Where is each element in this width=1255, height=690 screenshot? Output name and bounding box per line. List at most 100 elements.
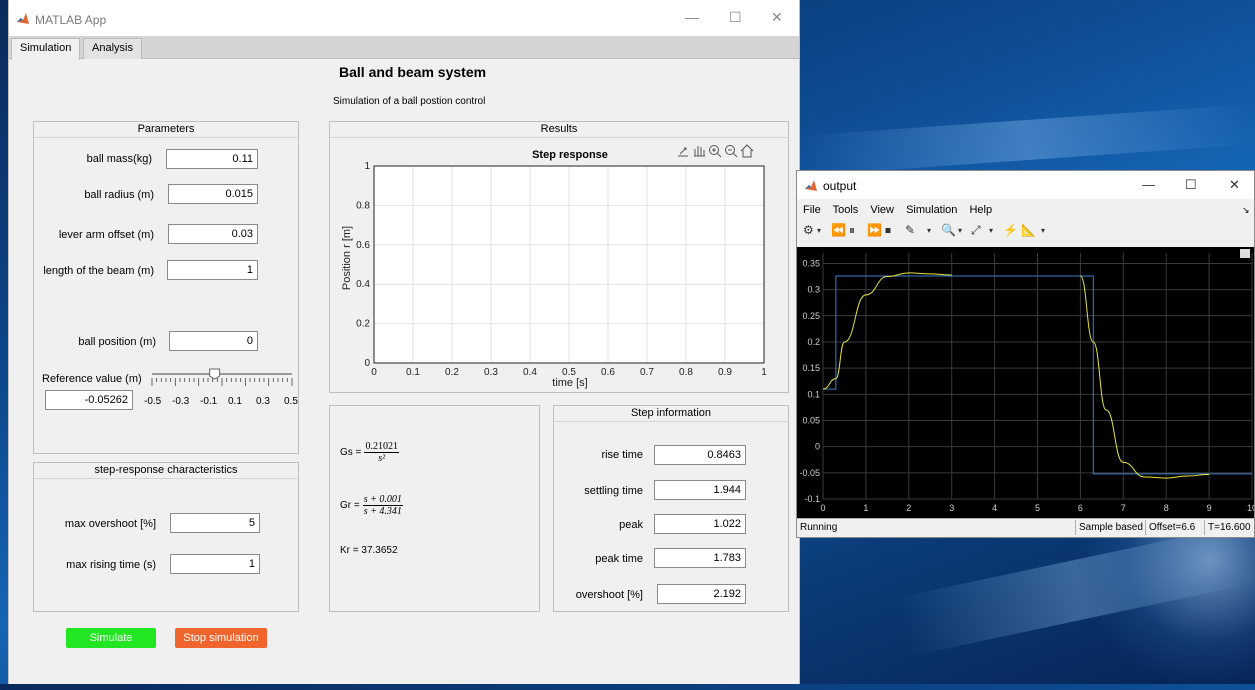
settling-time-label: settling time bbox=[584, 485, 643, 497]
step-response-axes: Step response time [s] Position r [m] 00… bbox=[341, 144, 767, 389]
output-close-icon[interactable]: ✕ bbox=[1229, 177, 1240, 193]
x-tick-label: 0.3 bbox=[484, 367, 498, 378]
scope-x-tick: 10 bbox=[1247, 503, 1254, 513]
tab-analysis[interactable]: Analysis bbox=[83, 38, 142, 59]
simulate-button[interactable]: Simulate bbox=[66, 628, 156, 648]
reference-slider[interactable] bbox=[146, 368, 296, 390]
max-overshoot-label: max overshoot [%] bbox=[64, 518, 156, 530]
menu-file[interactable]: File bbox=[803, 204, 821, 216]
menu-tools[interactable]: Tools bbox=[833, 204, 859, 216]
slider-tick-label: 0.5 bbox=[284, 396, 298, 407]
zoom-in-icon[interactable] bbox=[709, 145, 722, 158]
beam-length-field[interactable]: 1 bbox=[167, 260, 258, 280]
dropdown-icon[interactable]: ▾ bbox=[817, 226, 821, 235]
menu-simulation[interactable]: Simulation bbox=[906, 204, 957, 216]
measure-dropdown-icon[interactable]: ▾ bbox=[1041, 226, 1045, 235]
slider-tick-labels: -0.5 -0.3 -0.1 0.1 0.3 0.5 bbox=[137, 396, 299, 410]
scope-x-tick: 4 bbox=[992, 503, 997, 513]
zoom-out-icon[interactable] bbox=[725, 145, 738, 158]
ball-mass-field[interactable]: 0.11 bbox=[166, 149, 258, 169]
overshoot-label: overshoot [%] bbox=[575, 589, 643, 601]
scope-x-tick: 8 bbox=[1164, 503, 1169, 513]
settings-gear-icon[interactable]: ⚙ bbox=[803, 223, 814, 237]
time-readout: T=16.600 bbox=[1204, 520, 1255, 535]
step-forward-icon[interactable]: ⏩ bbox=[867, 223, 882, 237]
maximize-icon[interactable]: ☐ bbox=[729, 9, 742, 26]
triggers-icon[interactable]: ⚡ bbox=[1003, 223, 1018, 237]
export-icon[interactable] bbox=[678, 147, 688, 157]
slider-tick-label: -0.5 bbox=[144, 396, 162, 407]
slider-thumb[interactable] bbox=[209, 368, 221, 380]
scope-y-tick: 0.25 bbox=[802, 311, 820, 321]
highlight-dropdown-icon[interactable]: ▾ bbox=[927, 226, 931, 235]
close-icon[interactable]: ✕ bbox=[771, 9, 783, 26]
app-title: MATLAB App bbox=[35, 13, 107, 27]
x-tick-label: 0.7 bbox=[640, 367, 654, 378]
peak-time-field[interactable]: 1.783 bbox=[654, 548, 746, 568]
overshoot-field[interactable]: 2.192 bbox=[657, 584, 746, 604]
ball-position-field[interactable]: 0 bbox=[169, 331, 258, 351]
menu-overflow-icon[interactable]: ↘ bbox=[1242, 205, 1250, 216]
output-menubar: File Tools View Simulation Help bbox=[803, 204, 1001, 216]
home-icon[interactable] bbox=[740, 144, 754, 158]
tab-simulation[interactable]: Simulation bbox=[11, 38, 81, 60]
lever-arm-field[interactable]: 0.03 bbox=[168, 224, 258, 244]
output-titlebar: output — ☐ ✕ bbox=[797, 171, 1254, 199]
axes-toolbar bbox=[678, 144, 754, 158]
scope-y-tick: 0.3 bbox=[807, 285, 820, 295]
output-minimize-icon[interactable]: — bbox=[1142, 177, 1155, 192]
ball-radius-field[interactable]: 0.015 bbox=[168, 184, 258, 204]
rise-time-field[interactable]: 0.8463 bbox=[654, 445, 746, 465]
peak-field[interactable]: 1.022 bbox=[654, 514, 746, 534]
x-tick-label: 1 bbox=[761, 367, 767, 378]
plot-xlabel: time [s] bbox=[552, 377, 587, 389]
slider-tick-label: 0.1 bbox=[228, 396, 242, 407]
x-tick-label: 0.1 bbox=[406, 367, 420, 378]
menu-view[interactable]: View bbox=[870, 204, 894, 216]
pause-icon[interactable]: ⏸ bbox=[849, 223, 855, 238]
zoom-dropdown-icon[interactable]: ▾ bbox=[958, 226, 962, 235]
step-back-icon[interactable]: ⏪ bbox=[831, 223, 846, 237]
y-tick-label: 0.8 bbox=[356, 200, 370, 211]
rise-time-label: rise time bbox=[601, 449, 643, 461]
gr-denominator: s + 4.341 bbox=[363, 506, 402, 517]
results-title: Results bbox=[330, 122, 788, 138]
scope-x-tick: 9 bbox=[1207, 503, 1212, 513]
y-tick-label: 1 bbox=[364, 161, 370, 172]
max-overshoot-field[interactable]: 5 bbox=[170, 513, 260, 533]
scope-y-tick: 0.2 bbox=[807, 337, 820, 347]
x-tick-label: 0.5 bbox=[562, 367, 576, 378]
y-tick-label: 0 bbox=[364, 358, 370, 369]
step-characteristics-title: step-response characteristics bbox=[34, 463, 298, 479]
scope-x-tick: 7 bbox=[1121, 503, 1126, 513]
max-rise-time-field[interactable]: 1 bbox=[170, 554, 260, 574]
settling-time-field[interactable]: 1.944 bbox=[654, 480, 746, 500]
peak-time-label: peak time bbox=[595, 553, 643, 565]
pan-icon[interactable] bbox=[694, 146, 705, 157]
stop-simulation-button[interactable]: Stop simulation bbox=[175, 628, 267, 648]
scope-y-tick: 0.1 bbox=[807, 389, 820, 399]
zoom-icon[interactable]: 🔍 bbox=[941, 223, 956, 237]
scope-x-tick: 0 bbox=[820, 503, 825, 513]
scope-x-tick: 2 bbox=[906, 503, 911, 513]
offset-readout: Offset=6.6 bbox=[1145, 520, 1205, 535]
gr-label: Gr = bbox=[340, 500, 360, 511]
highlight-icon[interactable]: ✎ bbox=[905, 223, 915, 237]
stop-icon[interactable]: ⏹ bbox=[885, 223, 891, 238]
scope-expand-icon[interactable] bbox=[1240, 249, 1250, 258]
scope-y-tick: 0.15 bbox=[802, 363, 820, 373]
matlab-logo-icon bbox=[16, 12, 30, 26]
x-tick-label: 0.9 bbox=[718, 367, 732, 378]
reference-field[interactable]: -0.05262 bbox=[45, 390, 133, 410]
gs-denominator: s² bbox=[378, 453, 386, 464]
autoscale-dropdown-icon[interactable]: ▾ bbox=[989, 226, 993, 235]
autoscale-icon[interactable]: ⤢ bbox=[971, 223, 981, 238]
minimize-icon[interactable]: — bbox=[685, 9, 699, 25]
output-maximize-icon[interactable]: ☐ bbox=[1185, 177, 1197, 193]
measure-icon[interactable]: 📐 bbox=[1021, 223, 1036, 237]
x-tick-label: 0.8 bbox=[679, 367, 693, 378]
slider-tick-label: -0.3 bbox=[172, 396, 190, 407]
menu-help[interactable]: Help bbox=[969, 204, 992, 216]
scope-x-tick: 6 bbox=[1078, 503, 1083, 513]
scope-x-tick: 3 bbox=[949, 503, 954, 513]
